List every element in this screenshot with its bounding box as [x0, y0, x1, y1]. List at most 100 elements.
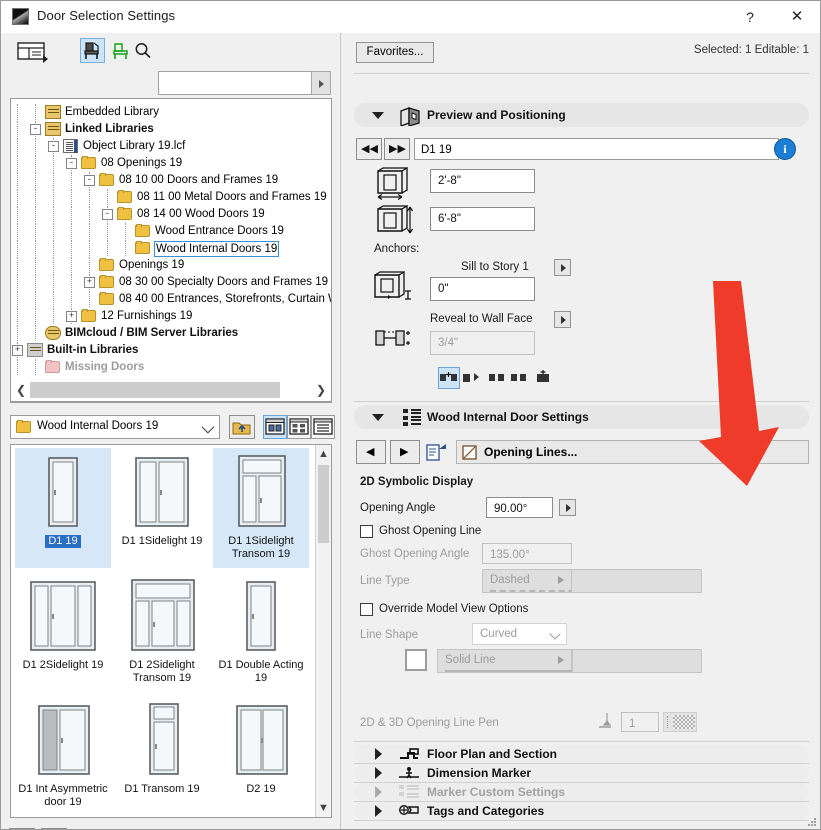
tree-item[interactable]: Missing Doors	[11, 359, 331, 375]
thumbnail-item[interactable]: D1 Int Asymmetric door 19	[15, 696, 111, 816]
thumbnail-item[interactable]: D1 1Sidelight Transom 19	[213, 448, 309, 568]
2d-line-pen-selector-ext[interactable]	[572, 649, 702, 673]
folder-up-icon[interactable]	[229, 415, 255, 439]
furniture-green-icon[interactable]	[109, 38, 134, 63]
tree-item[interactable]: Openings 19	[11, 257, 331, 273]
tree-item[interactable]: - Object Library 19.lcf	[11, 138, 331, 154]
line-shape-dropdown[interactable]: Curved	[472, 623, 567, 645]
thumbnail-item[interactable]: D1 2Sidelight Transom 19	[114, 572, 210, 692]
tree-expander[interactable]: -	[84, 175, 95, 186]
sill-anchor-input[interactable]: 0"	[430, 277, 535, 301]
grid-thumbnails-icon[interactable]	[287, 415, 311, 439]
edit-properties-icon[interactable]	[424, 440, 450, 464]
furniture-icon[interactable]	[80, 38, 105, 63]
collapsed-section[interactable]: Marker Custom Settings	[354, 783, 809, 801]
tree-item[interactable]: 08 11 00 Metal Doors and Frames 19	[11, 189, 331, 205]
thumbnail-item[interactable]: D1 Double Acting 19	[213, 572, 309, 692]
page-back-button[interactable]: ◀	[356, 440, 386, 464]
anchor-left-icon[interactable]	[462, 369, 481, 387]
tree-expander[interactable]: +	[66, 311, 77, 322]
tree-item[interactable]: + Built-in Libraries	[11, 342, 331, 358]
2d-override-mvo-checkbox[interactable]	[360, 603, 373, 616]
scroll-up-icon[interactable]: ▲	[316, 446, 331, 462]
line-pen-swatch-button[interactable]	[405, 649, 427, 671]
section-door-settings[interactable]: Wood Internal Door Settings	[354, 405, 809, 429]
object-thumbnail-grid[interactable]: D1 19 D1 1Sidelight 19 D1 1Sidelight Trans…	[10, 444, 332, 818]
collapsed-section[interactable]: Dimension Marker	[354, 764, 809, 782]
page-forward-button[interactable]: ▶	[390, 440, 420, 464]
anchor-center-icon[interactable]	[438, 367, 460, 389]
folder-selector-dropdown[interactable]: Wood Internal Doors 19	[10, 415, 220, 439]
2d-opening-angle-spinner[interactable]	[559, 499, 576, 516]
close-button[interactable]: ✕	[783, 6, 811, 28]
thumbnail-label: D1 19	[45, 535, 81, 548]
thumbnail-label: D1 2Sidelight 19	[22, 659, 104, 671]
chevron-down-icon	[201, 420, 215, 434]
opening-lines-page-bar[interactable]: Opening Lines...	[456, 440, 809, 464]
scroll-thumb[interactable]	[30, 382, 280, 398]
tree-item[interactable]: Embedded Library	[11, 104, 331, 120]
dropdown-caret-icon[interactable]	[43, 55, 48, 63]
tree-item[interactable]: BIMcloud / BIM Server Libraries	[11, 325, 331, 341]
tree-item[interactable]: - Linked Libraries	[11, 121, 331, 137]
tree-item[interactable]: 08 40 00 Entrances, Storefronts, Curtain…	[11, 291, 331, 307]
anchor-wall-icon[interactable]	[534, 369, 552, 386]
tree-item[interactable]: - 08 10 00 Doors and Frames 19	[11, 172, 331, 188]
anchor-right-icon[interactable]	[488, 370, 506, 386]
tree-expander[interactable]: +	[84, 277, 95, 288]
library-tree[interactable]: Embedded Library - Linked Libraries - Object…	[10, 98, 332, 403]
tree-expander[interactable]: -	[102, 209, 113, 220]
tree-horizontal-scrollbar[interactable]: ❮ ❯	[10, 380, 332, 402]
tree-expander[interactable]: -	[66, 158, 77, 169]
collapsed-section[interactable]: Tags and Categories	[354, 802, 809, 820]
thumbnails-scrollbar[interactable]: ▲ ▼	[315, 445, 331, 817]
thumbnail-item[interactable]: D1 Transom 19	[114, 696, 210, 816]
door-width-input[interactable]: 2'-8"	[430, 169, 535, 193]
previous-object-button[interactable]: ◀◀	[356, 138, 382, 160]
tree-item[interactable]: Wood Internal Doors 19	[11, 240, 331, 257]
tree-item[interactable]: Wood Entrance Doors 19	[11, 223, 331, 239]
tree-item[interactable]: +08 30 00 Specialty Doors and Frames 19	[11, 274, 331, 290]
2d-opening-angle-input[interactable]: 90.00°	[486, 497, 553, 518]
anchor-edge-icon[interactable]	[510, 370, 528, 386]
tree-expander[interactable]: -	[30, 124, 41, 135]
scroll-right-icon[interactable]: ❯	[312, 381, 330, 399]
next-icon: ▶▶	[389, 143, 406, 155]
search-input[interactable]	[158, 71, 324, 95]
resize-grip[interactable]	[807, 816, 817, 826]
opening-line-pen-label: 2D & 3D Opening Line Pen	[360, 717, 499, 729]
object-name-field[interactable]: D1 19	[414, 138, 779, 160]
tree-item[interactable]: - 08 14 00 Wood Doors 19	[11, 206, 331, 222]
sill-anchor-selector[interactable]	[554, 259, 571, 276]
tree-expander[interactable]: -	[48, 141, 59, 152]
large-thumbnails-icon[interactable]	[263, 415, 287, 439]
library-toolbar	[1, 33, 341, 71]
pen-color-swatch[interactable]	[663, 712, 697, 732]
search-options-button[interactable]	[311, 71, 331, 95]
reveal-selector[interactable]	[554, 311, 571, 328]
help-button[interactable]: ?	[737, 6, 763, 28]
ghost-opening-angle-input[interactable]: 135.00°	[482, 543, 572, 564]
thumbnail-item[interactable]: D1 19	[15, 448, 111, 568]
pen-number-input[interactable]: 1	[621, 712, 659, 732]
tree-item[interactable]: - 08 Openings 19	[11, 155, 331, 171]
section-preview-positioning[interactable]: Preview and Positioning	[354, 103, 809, 127]
search-icon[interactable]	[132, 40, 154, 62]
tree-item[interactable]: +12 Furnishings 19	[11, 308, 331, 324]
thumbnail-item[interactable]: D1 2Sidelight 19	[15, 572, 111, 692]
scroll-down-icon[interactable]: ▼	[316, 800, 331, 816]
collapsed-section[interactable]: Floor Plan and Section	[354, 745, 809, 763]
thumbnail-item[interactable]: D1 1Sidelight 19	[114, 448, 210, 568]
info-button[interactable]: i	[774, 138, 796, 160]
door-height-input[interactable]: 6'-8"	[430, 207, 535, 231]
thumbnail-item[interactable]: D2 19	[213, 696, 309, 816]
next-object-button[interactable]: ▶▶	[384, 138, 410, 160]
tree-expander[interactable]: +	[12, 345, 23, 356]
favorites-button[interactable]: Favorites...	[356, 42, 434, 63]
scrollbar-thumb[interactable]	[318, 465, 329, 543]
list-details-icon[interactable]	[311, 415, 335, 439]
reveal-input[interactable]: 3/4"	[430, 331, 535, 355]
line-type-selector-ext[interactable]	[572, 569, 702, 593]
ghost-opening-line-checkbox[interactable]	[360, 525, 373, 538]
scroll-left-icon[interactable]: ❮	[12, 381, 30, 399]
